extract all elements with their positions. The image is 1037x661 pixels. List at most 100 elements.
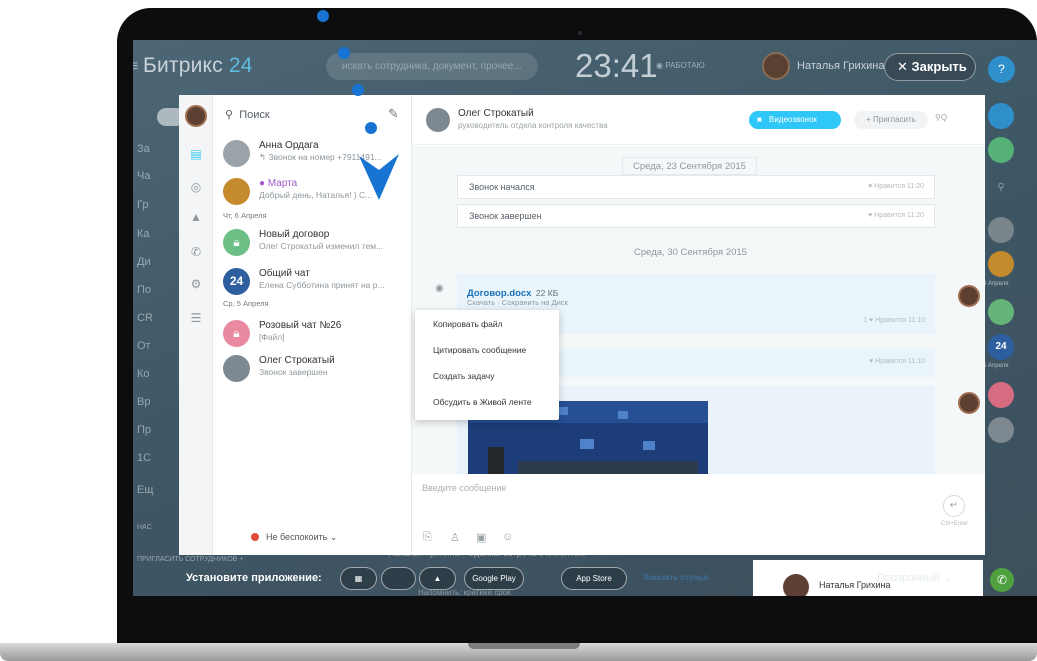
menu-item-quote[interactable]: Цитировать сообщение [415,337,559,363]
smile-icon[interactable]: ☺ [502,531,513,543]
context-menu: Копировать файл Цитировать сообщение Соз… [415,310,559,420]
help-icon[interactable]: ? [988,56,1015,83]
search-field[interactable]: ⚲ Поиск [225,108,270,121]
user-name[interactable]: Наталья Грихина [797,60,884,72]
brand-logo: Битрикс 24 [143,54,253,77]
item-name: ● Марта [259,178,298,189]
invite-button[interactable]: + Пригласить [854,111,928,129]
my-avatar[interactable] [185,105,207,127]
annotation-dot [338,47,350,59]
new-chat-icon[interactable]: ✎ [388,106,399,122]
file-size: 22 КБ [535,288,559,298]
annotation-dot [352,84,364,96]
nav-item: От [137,340,151,352]
list-item[interactable]: 🔒︎ Новый договор Олег Строкатый изменил … [219,226,405,264]
phone-icon[interactable]: ✆ [990,568,1014,592]
item-name: Общий чат [259,268,310,279]
openlines-icon[interactable]: ◎ [188,179,204,195]
user-avatar[interactable] [762,52,790,80]
avatar [783,574,809,596]
photo-tile [580,439,594,449]
bell-icon[interactable]: ▲ [188,209,204,225]
windows-download-button[interactable]: ▦ [340,567,377,590]
like-meta[interactable]: ♥ Нравится 11:20 [868,205,924,227]
menu-item-create-task[interactable]: Создать задачу [415,363,559,389]
nav-item: CR [137,312,153,324]
menu-circle-icon[interactable]: ◉ [435,283,444,294]
annotation-dot [365,122,377,134]
avatar[interactable] [426,108,450,132]
app-store-button[interactable]: App Store [561,567,627,590]
menu-icon[interactable]: ≡ [133,58,138,76]
video-call-button[interactable]: ■ Видеозвонок [749,111,841,129]
item-name: Олег Строкатый [259,355,335,366]
linux-download-button[interactable]: ▲ [419,567,456,590]
avatar[interactable] [988,382,1014,408]
camera-icon: ■ [757,115,762,124]
notification-icon[interactable] [988,103,1014,129]
like-meta[interactable]: ♥ Нравится 11:20 [868,176,924,198]
date-label: Чт, 6 Апреля [223,211,267,220]
messenger-rail: ▤ ◎ ▲ ✆ ⚙ ☰ [179,95,213,555]
nav-item: Ка [137,228,150,240]
phone-icon[interactable]: ✆ [188,244,204,260]
photo-tile [558,407,568,415]
settings-icon[interactable]: ⚙ [188,276,204,292]
chat-title[interactable]: Олег Строкатый [458,108,534,119]
avatar[interactable] [988,299,1014,325]
notes-icon[interactable]: ☰ [188,310,204,326]
avatar[interactable] [988,217,1014,243]
system-message: Звонок завершен ♥ Нравится 11:20 [457,204,935,228]
close-button[interactable]: ✕ Закрыть [884,53,976,81]
photo-tile [618,411,628,419]
portal-search-input[interactable]: искать сотрудника, документ, прочее... [326,53,538,80]
google-play-button[interactable]: Google Play [464,567,524,590]
feed-snippet-link: Заказать стулья [643,573,708,582]
list-item[interactable]: 24 Общий чат Елена Субботина принят на р… [219,265,405,303]
work-status[interactable]: ◉ РАБОТАЮ [656,61,705,70]
avatar[interactable] [958,392,980,414]
user-icon[interactable]: ♙ [450,531,460,544]
file-actions[interactable]: Скачать · Сохранить на Диск [467,298,568,307]
annotation-arrow-icon [359,154,399,200]
online-icon[interactable] [988,137,1014,163]
search-icon[interactable]: ⚲Q [935,113,947,122]
background-select[interactable]: Прозрачный ⌄ [866,566,974,591]
calendar-icon[interactable]: ▣ [476,531,486,544]
menu-item-copy-file[interactable]: Копировать файл [415,311,559,337]
list-item[interactable]: Олег Строкатый Звонок завершен [219,352,405,390]
nav-item: По [137,284,152,296]
send-button[interactable]: ↵ [943,495,965,517]
list-item[interactable]: 🔒︎ Розовый чат №26 [Файл] [219,317,405,355]
composer: Введите сообщение ↵ Ctrl+Enter [412,475,985,555]
date-separator: Среда, 30 Сентября 2015 [634,247,747,258]
avatar[interactable] [988,417,1014,443]
attach-icon[interactable]: ⎘ [423,531,432,544]
nav-item: Ещ [137,484,154,496]
invite-employees-link[interactable]: ПРИГЛАСИТЬ СОТРУДНИКОВ + [137,556,243,563]
menu-item-discuss[interactable]: Обсудить в Живой ленте [415,389,559,415]
message-input[interactable]: Введите сообщение [422,483,506,493]
nav-item: Пр [137,424,152,436]
date-separator: Среда, 23 Сентября 2015 [622,157,757,175]
nav-item: Гр [137,199,149,211]
avatar [223,140,250,167]
like-meta[interactable]: ♥ Нравится 11:10 [869,358,925,365]
search-icon[interactable]: ⚲ [988,175,1014,201]
nav-item: Ко [137,368,150,380]
chat-icon[interactable]: ▤ [188,146,204,162]
lock-icon: 🔒︎ [223,229,250,256]
search-icon: ⚲ [225,109,234,121]
dnd-toggle[interactable]: Не беспокоить ⌄ [251,532,337,543]
avatar[interactable] [988,251,1014,277]
system-message: Звонок начался ♥ Нравится 11:20 [457,175,935,199]
chat-badge[interactable]: 24 [988,334,1014,360]
like-meta[interactable]: 1 ♥ Нравится 11:10 [863,317,925,324]
background-label: Фон: [834,572,861,584]
item-name: Новый договор [259,229,330,240]
lock-icon: 🔒︎ [223,320,250,347]
nav-item: 1С [137,452,152,464]
mac-download-button[interactable] [381,567,416,590]
clock[interactable]: 23:41 [575,47,658,85]
avatar[interactable] [958,285,980,307]
